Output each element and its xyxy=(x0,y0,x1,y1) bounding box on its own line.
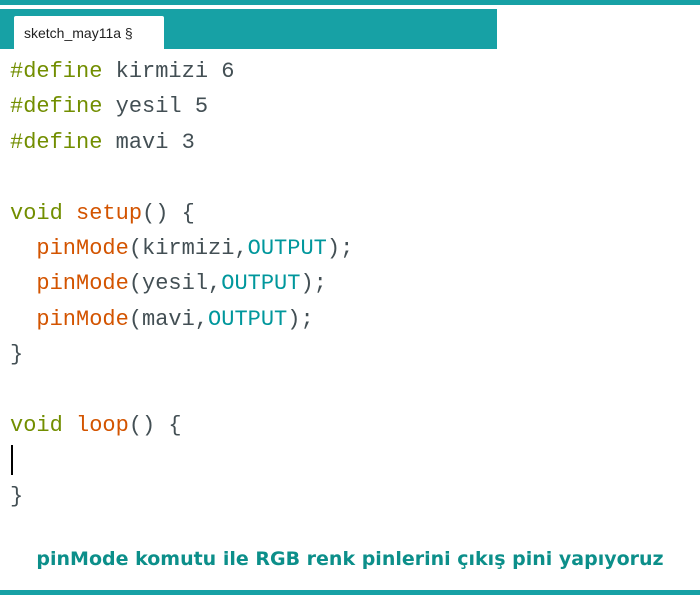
code-editor[interactable]: #define kirmizi 6 #define yesil 5 #defin… xyxy=(10,54,690,514)
tab-sketch[interactable]: sketch_may11a § xyxy=(14,16,164,49)
void-keyword: void xyxy=(10,200,63,226)
define-keyword: #define xyxy=(10,59,103,84)
function-params: () { xyxy=(142,200,195,226)
define-value: kirmizi 6 xyxy=(102,59,235,84)
call-close: ); xyxy=(287,306,314,332)
top-border xyxy=(0,0,700,5)
code-line-7: pinMode(yesil,OUTPUT); xyxy=(10,266,690,301)
code-line-6: pinMode(kirmizi,OUTPUT); xyxy=(10,231,690,266)
void-keyword: void xyxy=(10,412,63,438)
pinmode-call: pinMode xyxy=(36,271,129,297)
caption-text: pinMode komutu ile RGB renk pinlerini çı… xyxy=(36,548,664,570)
call-args: (kirmizi, xyxy=(128,235,248,261)
code-line-1: #define kirmizi 6 xyxy=(10,54,690,89)
output-constant: OUTPUT xyxy=(221,271,301,297)
code-line-9: } xyxy=(10,342,24,368)
call-args: (mavi, xyxy=(128,306,209,332)
output-constant: OUTPUT xyxy=(247,235,327,261)
code-line-2: #define yesil 5 xyxy=(10,89,690,124)
text-cursor xyxy=(11,445,13,476)
pinmode-call: pinMode xyxy=(36,306,129,332)
define-value: mavi 3 xyxy=(102,129,195,155)
code-line-11: void loop() { xyxy=(10,408,690,443)
bottom-border xyxy=(0,590,700,595)
call-close: ); xyxy=(326,235,354,261)
function-params: () { xyxy=(128,412,182,438)
define-value: yesil 5 xyxy=(102,94,209,120)
code-line-13: } xyxy=(10,483,24,509)
code-line-4-empty xyxy=(10,160,690,195)
define-keyword: #define xyxy=(10,94,103,120)
setup-function: setup xyxy=(76,200,143,226)
call-args: (yesil, xyxy=(128,271,222,297)
define-keyword: #define xyxy=(10,129,103,155)
output-constant: OUTPUT xyxy=(208,306,288,332)
pinmode-call: pinMode xyxy=(36,235,129,261)
code-line-8: pinMode(mavi,OUTPUT); xyxy=(10,302,690,337)
call-close: ); xyxy=(300,271,327,297)
code-line-3: #define mavi 3 xyxy=(10,125,690,160)
loop-function: loop xyxy=(76,412,129,438)
code-line-10-empty xyxy=(10,373,690,408)
code-line-5: void setup() { xyxy=(10,196,690,231)
code-line-12 xyxy=(10,443,690,478)
